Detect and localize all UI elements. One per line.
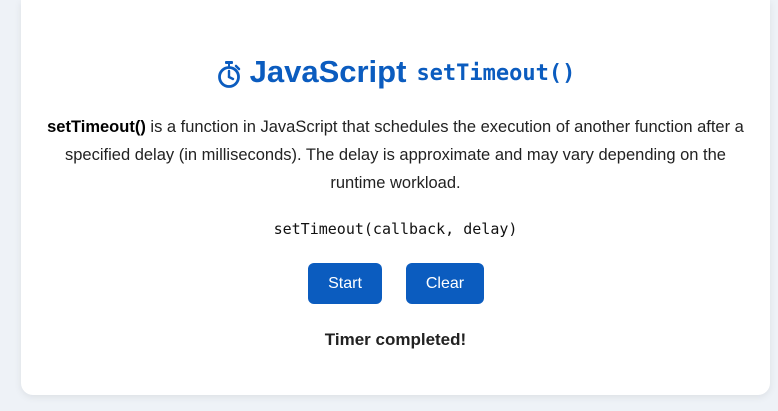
title-main: JavaScript [249,54,407,89]
description-text: is a function in JavaScript that schedul… [65,118,744,192]
page-title: JavaScript setTimeout() [21,52,770,92]
demo-card: JavaScript setTimeout() setTimeout() is … [21,0,770,395]
function-signature: setTimeout(callback, delay) [273,220,518,238]
description: setTimeout() is a function in JavaScript… [43,113,748,197]
stopwatch-icon [216,58,242,88]
start-button[interactable]: Start [308,263,382,304]
title-code: setTimeout() [416,61,576,86]
description-term: setTimeout() [47,118,146,136]
status-message: Timer completed! [324,330,467,349]
clear-button[interactable]: Clear [406,263,484,304]
